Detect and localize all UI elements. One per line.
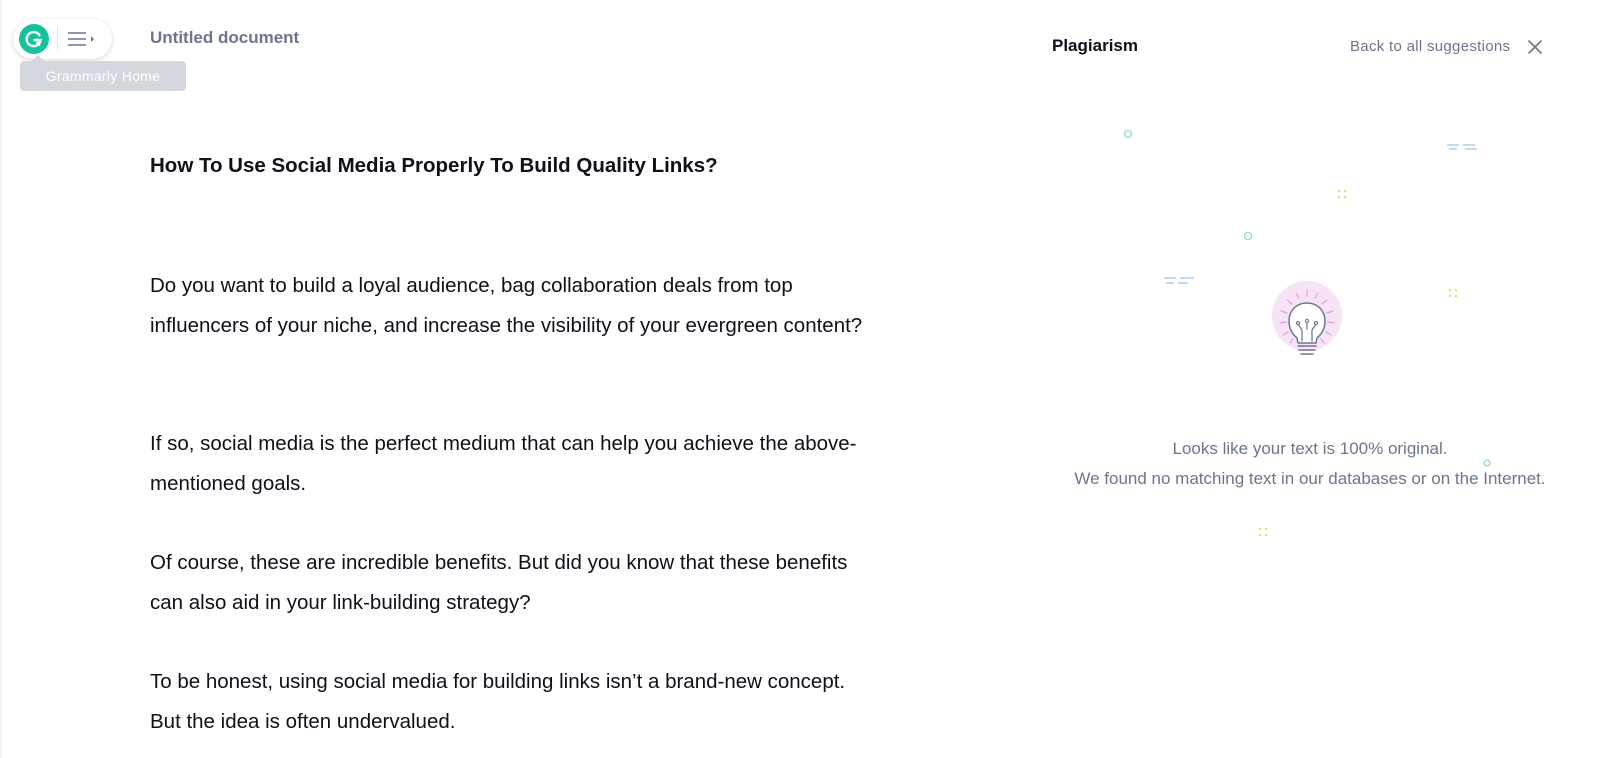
originality-detail: We found no matching text in our databas… <box>1074 469 1546 488</box>
home-tooltip: Grammarly Home <box>20 55 186 91</box>
grammarly-g-icon[interactable] <box>19 24 49 54</box>
panel-title: Plagiarism <box>1052 36 1138 55</box>
originality-result: Looks like your text is 100% original. <box>1172 439 1448 458</box>
paragraph[interactable]: Do you want to build a loyal audience, b… <box>150 266 870 345</box>
document-heading[interactable]: How To Use Social Media Properly To Buil… <box>150 154 718 178</box>
grammarly-home-button[interactable] <box>13 19 112 59</box>
document-title[interactable]: Untitled document <box>150 28 299 48</box>
back-to-suggestions-link[interactable]: Back to all suggestions <box>1350 38 1510 55</box>
paragraph[interactable]: Of course, these are incredible benefits… <box>150 543 870 622</box>
hamburger-menu-icon[interactable] <box>66 26 100 52</box>
paragraph[interactable]: To be honest, using social media for bui… <box>150 662 870 741</box>
close-icon[interactable] <box>1526 38 1544 56</box>
page-edge <box>0 0 2 758</box>
paragraph[interactable]: If so, social media is the perfect mediu… <box>150 424 870 503</box>
pill-divider <box>57 27 58 51</box>
